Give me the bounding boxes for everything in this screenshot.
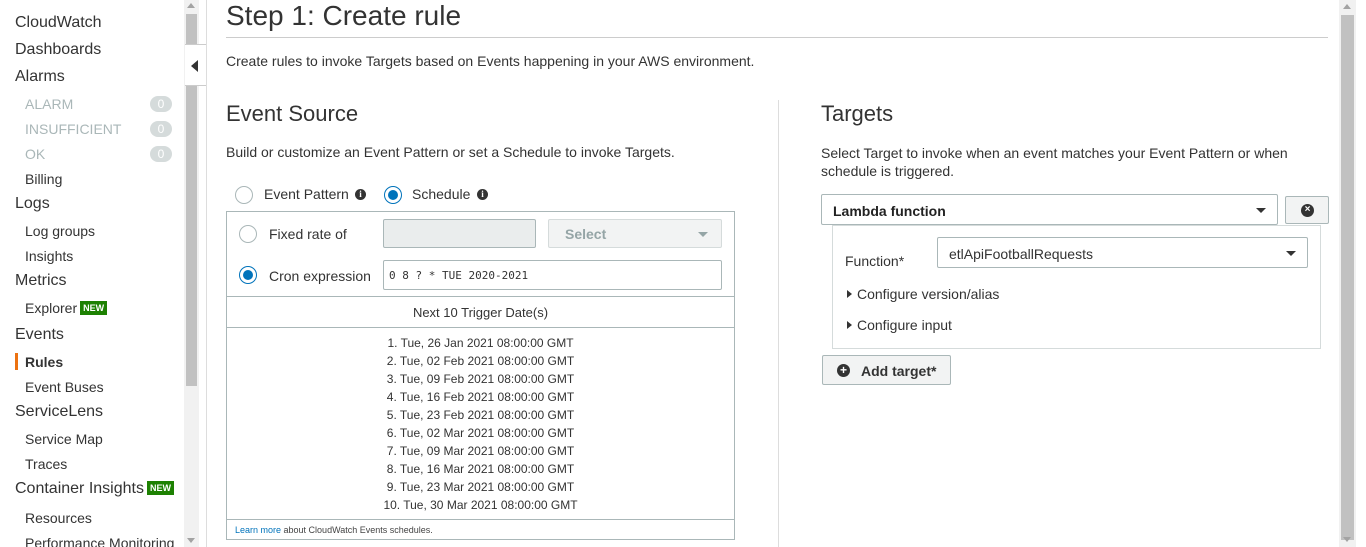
sidebar-divider (206, 0, 207, 547)
insufficient-count-badge: 0 (150, 121, 172, 137)
nav-service-map[interactable]: Service Map (25, 431, 103, 447)
nav-cloudwatch[interactable]: CloudWatch (15, 14, 102, 32)
page-title: Step 1: Create rule (226, 0, 462, 31)
next-trigger-dates-header: Next 10 Trigger Date(s) (227, 296, 734, 328)
nav-logs[interactable]: Logs (15, 195, 50, 213)
nav-explorer[interactable]: Explorer NEW (25, 300, 108, 316)
event-pattern-label[interactable]: Event Pattern (264, 186, 349, 202)
caret-right-icon (847, 321, 852, 329)
nav-ok-state[interactable]: OK (25, 146, 45, 162)
function-value: etlApiFootballRequests (949, 246, 1093, 262)
cron-expression-label[interactable]: Cron expression (269, 268, 371, 284)
nav-performance-monitoring[interactable]: Performance Monitoring (25, 535, 174, 547)
list-item: 8. Tue, 16 Mar 2021 08:00:00 GMT (386, 462, 575, 476)
configure-version-label: Configure version/alias (857, 286, 1000, 302)
configure-input-label: Configure input (857, 317, 952, 333)
nav-container-insights-label: Container Insights (15, 480, 144, 497)
add-target-button[interactable]: + Add target* (822, 355, 951, 385)
event-source-heading: Event Source (226, 101, 359, 126)
nav-insufficient-state[interactable]: INSUFFICIENT (25, 121, 121, 137)
configure-version-expander[interactable]: Configure version/alias (847, 286, 999, 302)
info-icon[interactable]: i (355, 189, 366, 200)
event-pattern-radio[interactable] (235, 186, 253, 204)
cron-expression-radio[interactable] (239, 266, 257, 284)
scroll-down-arrow-icon[interactable] (1343, 537, 1351, 542)
nav-resources[interactable]: Resources (25, 510, 92, 526)
list-item: 1. Tue, 26 Jan 2021 08:00:00 GMT (387, 336, 574, 350)
chevron-down-icon (1286, 251, 1296, 256)
target-type-value: Lambda function (833, 203, 946, 219)
plus-icon: + (837, 364, 850, 377)
nav-billing[interactable]: Billing (25, 171, 62, 187)
targets-heading: Targets (821, 101, 894, 126)
list-item: 7. Tue, 09 Mar 2021 08:00:00 GMT (386, 444, 575, 458)
schedule-radio[interactable] (384, 186, 402, 204)
rate-unit-select-label: Select (565, 226, 607, 242)
remove-target-button[interactable]: × (1285, 196, 1329, 224)
learn-more-link[interactable]: Learn more (235, 525, 281, 535)
new-badge: NEW (80, 301, 108, 315)
function-select[interactable]: etlApiFootballRequests (937, 237, 1308, 268)
nav-alarms[interactable]: Alarms (15, 68, 65, 86)
fixed-rate-label[interactable]: Fixed rate of (269, 226, 347, 242)
learn-more-text: about CloudWatch Events schedules. (281, 525, 433, 535)
function-label: Function* (845, 253, 905, 269)
active-indicator (15, 353, 18, 370)
cron-expression-input[interactable]: 0 8 ? * TUE 2020-2021 (383, 260, 722, 290)
info-icon[interactable]: i (477, 189, 488, 200)
collapse-sidebar-button[interactable] (185, 44, 207, 86)
learn-more-footer: Learn more about CloudWatch Events sched… (227, 519, 734, 539)
list-item: 3. Tue, 09 Feb 2021 08:00:00 GMT (386, 372, 575, 386)
caret-left-icon (191, 60, 198, 72)
caret-right-icon (847, 290, 852, 298)
new-badge: NEW (146, 481, 174, 495)
scroll-up-arrow-icon[interactable] (187, 3, 195, 8)
target-type-select[interactable]: Lambda function (821, 194, 1278, 225)
nav-alarm-state[interactable]: ALARM (25, 96, 73, 112)
fixed-rate-radio[interactable] (239, 225, 257, 243)
schedule-label[interactable]: Schedule (412, 186, 470, 202)
fixed-rate-input[interactable] (383, 219, 536, 248)
column-divider (778, 100, 779, 547)
event-source-description: Build or customize an Event Pattern or s… (226, 144, 675, 160)
list-item: 9. Tue, 23 Mar 2021 08:00:00 GMT (386, 480, 575, 494)
scroll-up-arrow-icon[interactable] (1343, 4, 1351, 9)
nav-log-groups[interactable]: Log groups (25, 223, 95, 239)
list-item: 2. Tue, 02 Feb 2021 08:00:00 GMT (386, 354, 575, 368)
nav-container-insights[interactable]: Container Insights NEW (15, 480, 174, 498)
list-item: 4. Tue, 16 Feb 2021 08:00:00 GMT (386, 390, 575, 404)
nav-metrics[interactable]: Metrics (15, 272, 67, 290)
chevron-down-icon (698, 232, 708, 237)
scroll-down-arrow-icon[interactable] (187, 538, 195, 543)
list-item: 5. Tue, 23 Feb 2021 08:00:00 GMT (386, 408, 575, 422)
list-item: 10. Tue, 30 Mar 2021 08:00:00 GMT (383, 498, 578, 512)
nav-event-buses[interactable]: Event Buses (25, 379, 104, 395)
alarm-count-badge: 0 (150, 96, 172, 112)
ok-count-badge: 0 (150, 146, 172, 162)
nav-traces[interactable]: Traces (25, 456, 67, 472)
targets-description: Select Target to invoke when an event ma… (821, 145, 1288, 179)
nav-dashboards[interactable]: Dashboards (15, 41, 101, 59)
nav-explorer-label: Explorer (25, 300, 78, 316)
list-item: 6. Tue, 02 Mar 2021 08:00:00 GMT (386, 426, 575, 440)
nav-insights[interactable]: Insights (25, 248, 73, 264)
nav-events[interactable]: Events (15, 326, 64, 344)
page-intro: Create rules to invoke Targets based on … (226, 53, 755, 69)
title-divider (226, 37, 1328, 38)
configure-input-expander[interactable]: Configure input (847, 317, 952, 333)
sidebar: CloudWatch Dashboards Alarms ALARM 0 INS… (0, 0, 184, 547)
nav-servicelens[interactable]: ServiceLens (15, 403, 103, 421)
rate-unit-select[interactable]: Select (548, 219, 722, 248)
nav-rules[interactable]: Rules (25, 354, 63, 370)
close-icon: × (1301, 204, 1314, 217)
trigger-dates-list: 1. Tue, 26 Jan 2021 08:00:00 GMT 2. Tue,… (227, 334, 734, 514)
page-scrollbar-thumb[interactable] (1341, 15, 1354, 540)
add-target-label: Add target* (861, 363, 937, 379)
chevron-down-icon (1256, 208, 1266, 213)
